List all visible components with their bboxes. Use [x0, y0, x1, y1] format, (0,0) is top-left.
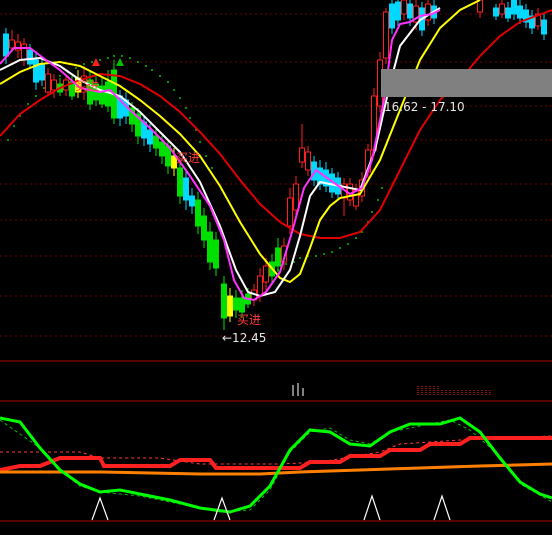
sar-dot	[285, 263, 287, 265]
candle[interactable]	[499, 0, 505, 18]
sar-dot	[107, 57, 109, 59]
candle[interactable]	[535, 8, 541, 30]
candle[interactable]	[189, 188, 195, 214]
sar-dot	[315, 255, 317, 257]
sar-dot	[339, 247, 341, 249]
sar-dot	[129, 57, 131, 59]
oscillator-panel	[0, 416, 552, 521]
sar-dot	[121, 55, 123, 57]
price-grid	[0, 13, 552, 337]
buy-signal-label: 买进	[75, 79, 100, 93]
sar-dot	[189, 117, 191, 119]
sar-dot	[27, 103, 29, 105]
candle[interactable]	[213, 232, 219, 276]
sar-dot	[381, 187, 383, 189]
sar-dot	[371, 211, 373, 213]
candle[interactable]	[389, 0, 395, 34]
candle[interactable]	[207, 222, 213, 270]
candle[interactable]	[177, 160, 183, 204]
candle[interactable]	[299, 124, 305, 168]
sar-dot	[199, 141, 201, 143]
candle[interactable]	[401, 0, 407, 20]
sar-dot	[43, 87, 45, 89]
candle[interactable]	[383, 8, 389, 64]
buy-markers	[92, 58, 124, 66]
candle[interactable]	[275, 238, 281, 272]
candle[interactable]	[395, 0, 401, 26]
buy-signal-label: 买进	[237, 313, 262, 327]
sar-dot	[83, 63, 85, 65]
candle[interactable]	[195, 192, 201, 234]
candle[interactable]	[51, 74, 57, 98]
candle[interactable]	[201, 208, 207, 248]
sar-dot	[145, 65, 147, 67]
volume-bars	[292, 383, 491, 396]
sar-dot	[185, 107, 187, 109]
low-price-label: ←12.45	[222, 331, 267, 345]
candle[interactable]	[541, 14, 547, 40]
sar-dot	[173, 89, 175, 91]
sar-dot	[299, 257, 301, 259]
sar-dot	[13, 125, 15, 127]
price-range-band	[381, 69, 552, 97]
candle[interactable]	[493, 4, 499, 20]
signal-spike	[91, 496, 109, 521]
sar-dot	[205, 155, 207, 157]
candle[interactable]	[505, 2, 511, 22]
candle[interactable]	[511, 0, 517, 20]
candle[interactable]	[523, 4, 529, 28]
sar-dot	[7, 139, 9, 141]
sar-dot	[59, 75, 61, 77]
sar-dot	[137, 61, 139, 63]
signal-spike	[433, 494, 451, 521]
buy-signal-label: 买进	[176, 151, 201, 165]
sar-dot	[167, 81, 169, 83]
candle[interactable]	[477, 0, 483, 18]
ma-yellow-line	[0, 0, 481, 284]
sar-dot	[211, 167, 213, 169]
sar-dot	[323, 253, 325, 255]
sar-dot	[159, 75, 161, 77]
candle[interactable]	[183, 170, 189, 210]
sar-dot	[355, 237, 357, 239]
candle[interactable]	[305, 146, 311, 176]
signal-spike	[363, 494, 381, 521]
sar-dot	[377, 199, 379, 201]
sar-dot	[347, 243, 349, 245]
sar-dot	[75, 67, 77, 69]
sar-dot	[91, 61, 93, 63]
sar-dot	[99, 59, 101, 61]
sar-dot	[35, 95, 37, 97]
sar-dot	[179, 97, 181, 99]
sar-dot	[331, 251, 333, 253]
candle[interactable]	[135, 108, 141, 144]
price-range-label: 16.62 - 17.10	[384, 100, 465, 114]
sar-dot	[151, 69, 153, 71]
sar-dot	[113, 55, 115, 57]
candle[interactable]	[227, 288, 233, 322]
candle[interactable]	[221, 276, 227, 330]
candle[interactable]	[15, 34, 21, 58]
ma-red-line	[0, 9, 552, 239]
candle[interactable]	[45, 68, 51, 96]
